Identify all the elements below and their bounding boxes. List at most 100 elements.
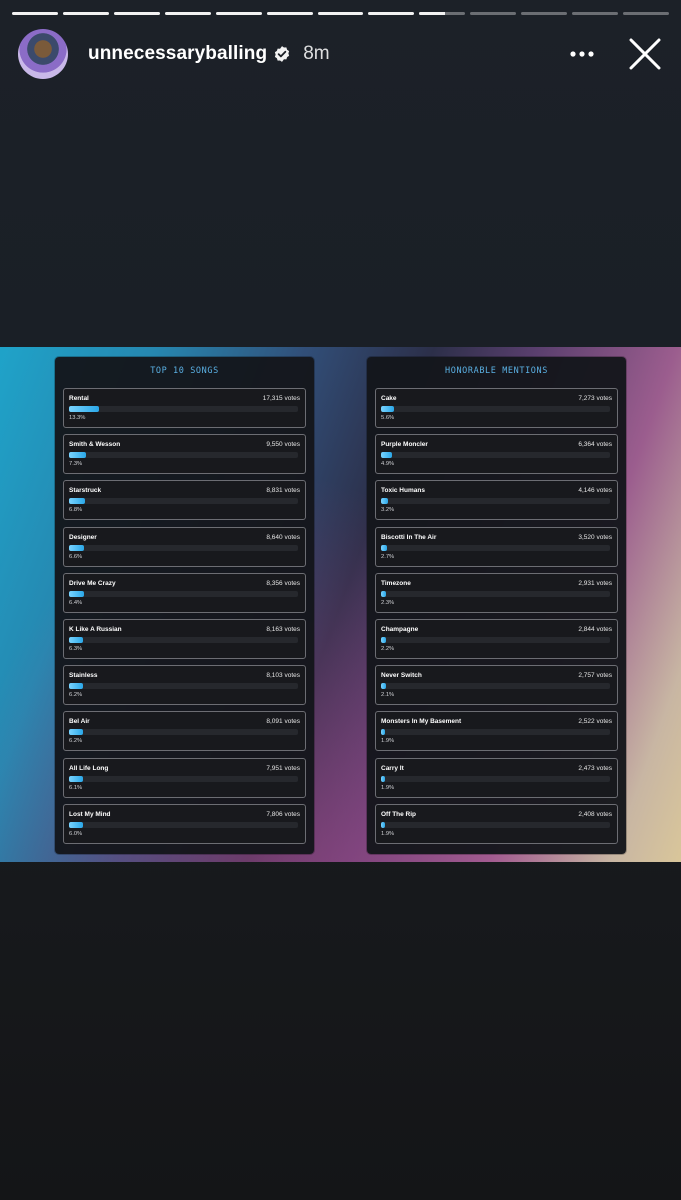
vote-count: 7,806 votes: [266, 810, 300, 818]
song-card: Starstruck 8,831 votes 6.8%: [63, 480, 306, 521]
close-icon[interactable]: [627, 36, 663, 72]
vote-bar: [381, 452, 393, 459]
song-name: Starstruck: [69, 487, 102, 495]
vote-bar-track: [69, 636, 298, 643]
song-card: Never Switch 2,757 votes 2.1%: [375, 665, 618, 706]
verified-badge-icon: [275, 46, 290, 62]
vote-count: 8,163 votes: [266, 625, 300, 633]
song-card: Cake 7,273 votes 5.6%: [375, 388, 618, 428]
progress-segment: [164, 12, 211, 15]
more-icon[interactable]: [567, 39, 597, 69]
vote-percent: 2.3%: [381, 599, 395, 606]
vote-count: 4,146 votes: [578, 487, 612, 495]
song-card: All Life Long 7,951 votes 6.1%: [63, 757, 306, 798]
story-header: unnecessaryballing 8m: [18, 28, 663, 80]
honorable-mentions-panel: HONORABLE MENTIONS Cake 7,273 votes 5.6% Pu…: [367, 357, 626, 854]
vote-count: 2,522 votes: [578, 718, 612, 726]
vote-bar: [381, 683, 386, 690]
vote-percent: 1.9%: [381, 784, 395, 791]
song-name: Bel Air: [69, 718, 90, 726]
progress-segment: [317, 12, 364, 15]
vote-percent: 2.1%: [381, 692, 395, 699]
vote-count: 6,364 votes: [578, 441, 612, 449]
vote-bar-track: [381, 729, 610, 736]
vote-percent: 6.1%: [69, 784, 83, 791]
vote-percent: 1.9%: [381, 738, 395, 745]
vote-bar-track: [381, 636, 610, 643]
progress-segment: [470, 12, 517, 15]
vote-bar-track: [381, 775, 610, 782]
song-name: Purple Moncler: [381, 441, 428, 449]
vote-bar: [381, 498, 389, 505]
vote-bar-track: [69, 821, 298, 828]
song-card: Purple Moncler 6,364 votes 4.9%: [375, 434, 618, 475]
vote-bar: [69, 636, 84, 643]
top-songs-panel: TOP 10 SONGS Rental 17,315 votes 13.3% Smit…: [55, 357, 314, 854]
vote-percent: 6.3%: [69, 645, 83, 652]
progress-segment: [12, 12, 58, 15]
honorable-mentions-title: HONORABLE MENTIONS: [445, 366, 548, 376]
story-image: TOP 10 SONGS Rental 17,315 votes 13.3% Smit…: [0, 347, 681, 862]
vote-bar-track: [381, 683, 610, 690]
song-name: Smith & Wesson: [69, 441, 121, 449]
song-name: Lost My Mind: [69, 810, 111, 818]
vote-count: 17,315 votes: [262, 395, 300, 402]
vote-percent: 6.0%: [69, 830, 83, 837]
vote-bar-track: [381, 590, 610, 597]
vote-bar-track: [69, 544, 298, 551]
song-name: Cake: [381, 395, 397, 402]
vote-bar-track: [69, 729, 298, 736]
vote-count: 8,103 votes: [266, 672, 300, 680]
song-card: Drive Me Crazy 8,356 votes 6.4%: [63, 572, 306, 613]
song-name: Timezone: [381, 579, 411, 587]
song-name: Off The Rip: [381, 810, 417, 818]
song-card: Monsters In My Basement 2,522 votes 1.9%: [375, 711, 618, 752]
progress-segment: [419, 12, 466, 15]
vote-count: 8,356 votes: [266, 579, 300, 587]
vote-percent: 6.2%: [69, 738, 83, 745]
vote-bar-track: [381, 452, 610, 459]
vote-bar: [69, 729, 84, 736]
vote-percent: 6.6%: [69, 553, 83, 560]
vote-bar-track: [381, 406, 610, 412]
vote-bar-track: [69, 452, 298, 459]
story-progress-bar: [12, 12, 669, 15]
vote-percent: 2.7%: [381, 553, 395, 560]
vote-count: 7,951 votes: [266, 764, 300, 772]
vote-percent: 4.9%: [381, 461, 395, 468]
vote-bar-track: [381, 821, 610, 828]
vote-bar-track: [381, 544, 610, 551]
vote-bar: [69, 452, 86, 459]
progress-segment: [215, 12, 262, 15]
song-name: Champagne: [381, 625, 419, 633]
song-card: Champagne 2,844 votes 2.2%: [375, 618, 618, 659]
vote-percent: 2.2%: [381, 645, 395, 652]
song-name: Drive Me Crazy: [69, 579, 116, 587]
song-name: Designer: [69, 533, 97, 541]
honorable-mentions-list: Cake 7,273 votes 5.6% Purple Moncler 6,364 v…: [375, 388, 618, 850]
vote-count: 2,408 votes: [578, 810, 612, 818]
username[interactable]: unnecessaryballing: [88, 43, 267, 65]
vote-count: 9,550 votes: [266, 441, 300, 449]
vote-count: 8,831 votes: [266, 487, 300, 495]
progress-segment: [623, 12, 669, 15]
song-card: Carry It 2,473 votes 1.9%: [375, 757, 618, 798]
vote-count: 2,844 votes: [578, 625, 612, 633]
vote-bar: [381, 590, 387, 597]
vote-bar: [381, 406, 394, 412]
progress-segment: [572, 12, 619, 15]
vote-percent: 6.2%: [69, 692, 83, 699]
vote-count: 8,091 votes: [266, 718, 300, 726]
vote-bar: [69, 544, 85, 551]
song-card: Biscotti In The Air 3,520 votes 2.7%: [375, 526, 618, 567]
avatar[interactable]: [18, 29, 68, 79]
vote-bar-track: [69, 683, 298, 690]
vote-percent: 3.2%: [381, 507, 395, 514]
song-name: Rental: [69, 395, 89, 402]
song-card: Rental 17,315 votes 13.3%: [63, 388, 306, 428]
vote-bar: [381, 775, 386, 782]
vote-bar-track: [69, 590, 298, 597]
vote-count: 2,931 votes: [578, 579, 612, 587]
song-card: Lost My Mind 7,806 votes 6.0%: [63, 803, 306, 844]
vote-percent: 5.6%: [381, 415, 395, 421]
